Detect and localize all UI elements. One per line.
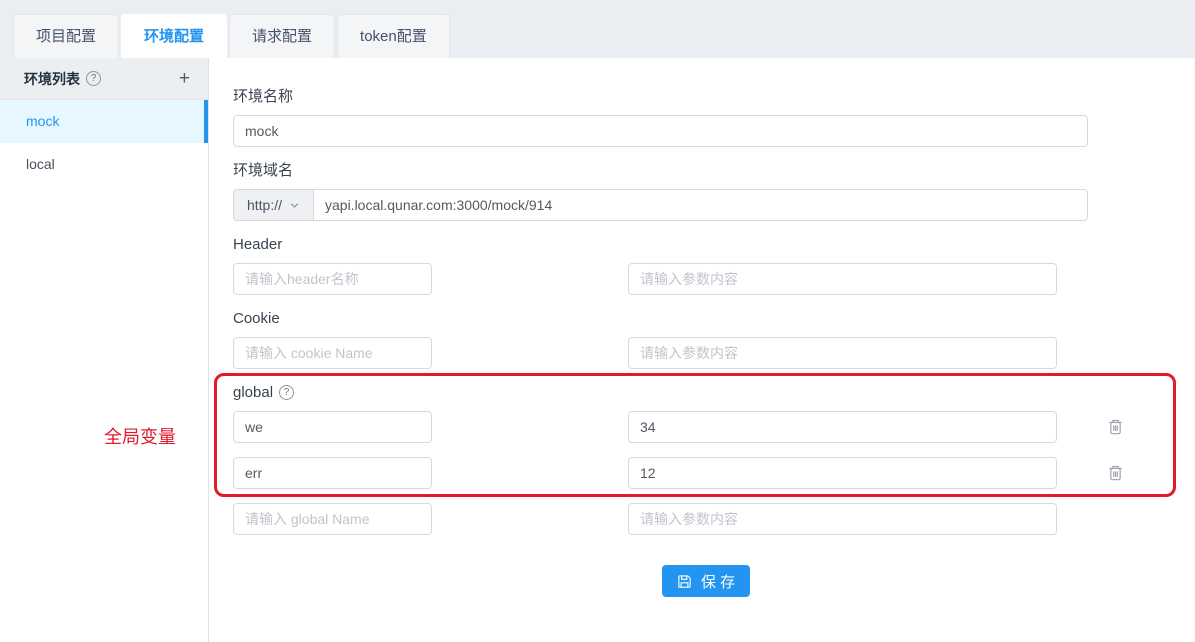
global-new-name-input[interactable]: [233, 503, 432, 535]
trash-icon: [1107, 418, 1124, 436]
global-row: [233, 411, 1195, 443]
add-environment-button[interactable]: +: [179, 68, 190, 90]
help-icon[interactable]: ?: [86, 71, 101, 86]
global-new-value-input[interactable]: [628, 503, 1057, 535]
environment-sidebar: 环境列表 ? + mock local: [0, 58, 209, 642]
env-domain-input[interactable]: [313, 189, 1088, 221]
save-button[interactable]: 保 存: [662, 565, 750, 597]
environment-form: 环境名称 环境域名 http:// Header: [209, 58, 1195, 642]
chevron-down-icon: [289, 200, 300, 211]
trash-icon: [1107, 464, 1124, 482]
env-name-input[interactable]: [233, 115, 1088, 147]
env-name-field: 环境名称: [233, 88, 1195, 147]
tab-environment-config[interactable]: 环境配置: [121, 14, 227, 58]
env-domain-field: 环境域名 http://: [233, 162, 1195, 221]
protocol-select[interactable]: http://: [233, 189, 313, 221]
delete-row-button[interactable]: [1107, 418, 1124, 436]
header-section: Header: [233, 236, 1195, 295]
sidebar-item-local[interactable]: local: [0, 143, 208, 186]
config-tabbar: 项目配置 环境配置 请求配置 token配置: [0, 0, 1195, 58]
global-row: [233, 457, 1195, 489]
global-section: global ?: [233, 384, 1195, 535]
cookie-value-input[interactable]: [628, 337, 1057, 369]
delete-row-button[interactable]: [1107, 464, 1124, 482]
global-name-input[interactable]: [233, 457, 432, 489]
tab-token-config[interactable]: token配置: [337, 14, 450, 58]
cookie-section: Cookie: [233, 310, 1195, 369]
environment-config-page: 项目配置 环境配置 请求配置 token配置 环境列表 ? + mock loc…: [0, 0, 1195, 642]
save-icon: [677, 574, 692, 589]
sidebar-item-mock[interactable]: mock: [0, 100, 208, 143]
global-name-input[interactable]: [233, 411, 432, 443]
env-name-label: 环境名称: [233, 88, 1195, 105]
header-value-input[interactable]: [628, 263, 1057, 295]
global-new-row: [233, 503, 1195, 535]
protocol-value: http://: [247, 197, 282, 213]
header-name-input[interactable]: [233, 263, 432, 295]
cookie-label: Cookie: [233, 310, 1195, 327]
global-value-input[interactable]: [628, 457, 1057, 489]
global-value-input[interactable]: [628, 411, 1057, 443]
global-label: global: [233, 384, 273, 401]
tab-project-config[interactable]: 项目配置: [13, 14, 119, 58]
env-domain-label: 环境域名: [233, 162, 1195, 179]
global-help-icon[interactable]: ?: [279, 385, 294, 400]
save-button-label: 保 存: [701, 571, 735, 592]
tab-request-config[interactable]: 请求配置: [229, 14, 335, 58]
cookie-name-input[interactable]: [233, 337, 432, 369]
environment-list-header: 环境列表 ? +: [0, 58, 208, 100]
header-label: Header: [233, 236, 1195, 253]
environment-list-title: 环境列表: [24, 69, 80, 89]
